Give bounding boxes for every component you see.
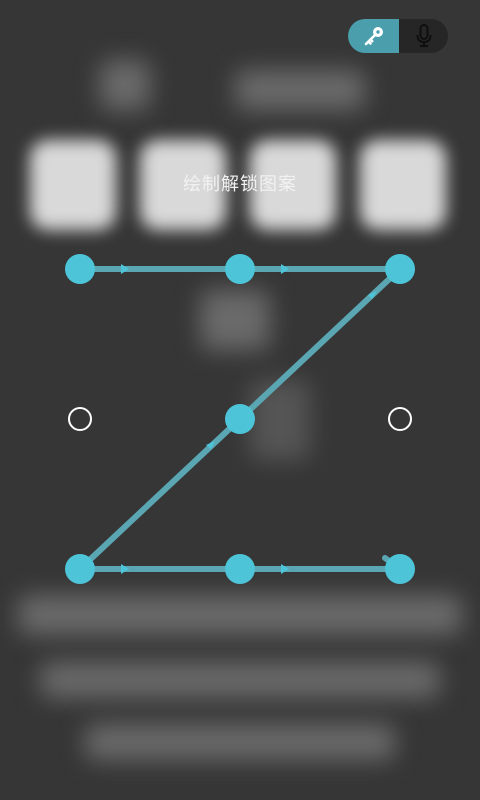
- pattern-dot-2[interactable]: [225, 254, 255, 284]
- arrow-icon: [121, 264, 129, 274]
- arrow-icon: [121, 564, 129, 574]
- pattern-dot-4[interactable]: [68, 407, 92, 431]
- pattern-dot-3[interactable]: [385, 254, 415, 284]
- pattern-dot-6[interactable]: [388, 407, 412, 431]
- pattern-dot-5[interactable]: [225, 404, 255, 434]
- pattern-dot-1[interactable]: [65, 254, 95, 284]
- pattern-dot-7[interactable]: [65, 554, 95, 584]
- pattern-segment: [77, 416, 243, 572]
- arrow-icon: [281, 264, 289, 274]
- pattern-dot-8[interactable]: [225, 554, 255, 584]
- arrow-icon: [281, 564, 289, 574]
- pattern-lock[interactable]: [0, 0, 480, 800]
- pattern-dot-9[interactable]: [385, 554, 415, 584]
